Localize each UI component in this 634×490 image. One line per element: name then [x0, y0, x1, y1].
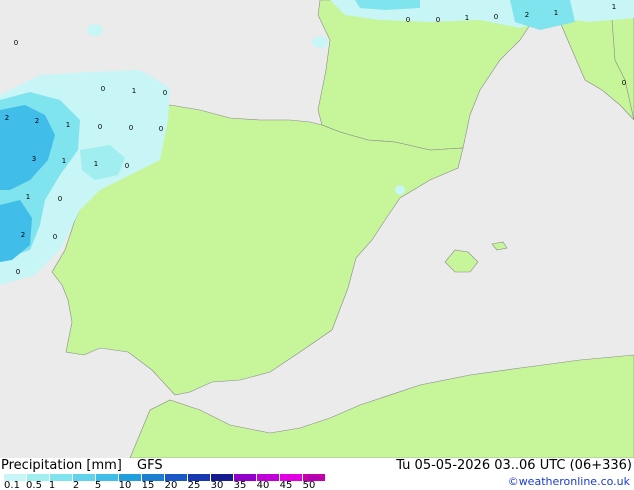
precip-label: 1	[132, 87, 136, 95]
precip-label: 2	[35, 117, 39, 125]
precip-label: 2	[21, 231, 25, 239]
scale-tick-label: 25	[187, 480, 201, 490]
precip-label: 0	[163, 89, 167, 97]
precip-label: 0	[129, 124, 133, 132]
rain-light-spot-2	[395, 185, 405, 195]
precip-label: 0	[159, 125, 163, 133]
precip-label: 0	[101, 85, 105, 93]
rain-light-spot-3	[87, 24, 103, 36]
precip-label: 2	[5, 114, 9, 122]
scale-ticks: 0.1 0.5 1 2 5 10 15 20 25 30 35 40 45 50	[0, 480, 634, 490]
precip-label: 0	[53, 233, 57, 241]
precipitation-map: 0 0 0 1 0 2 1 1 0 1 0 2 2 1 0 0 0 0 3 1 …	[0, 0, 634, 458]
precip-label: 1	[612, 3, 616, 11]
scale-tick-label: 30	[210, 480, 224, 490]
precip-label: 1	[62, 157, 66, 165]
forecast-datetime: Tu 05-05-2026 03..06 UTC (06+336)	[396, 458, 632, 473]
scale-tick-label: 10	[118, 480, 132, 490]
scale-tick-label: 50	[302, 480, 316, 490]
scale-tick-label: 1	[48, 480, 56, 490]
scale-tick-label: 20	[164, 480, 178, 490]
precip-label: 0	[494, 13, 498, 21]
precip-label: 1	[66, 121, 70, 129]
precip-label: 0	[622, 79, 626, 87]
precip-label: 1	[26, 193, 30, 201]
scale-tick-label: 45	[279, 480, 293, 490]
precip-label: 0	[98, 123, 102, 131]
precip-label: 3	[32, 155, 36, 163]
weather-map-view: 0 0 0 1 0 2 1 1 0 1 0 2 2 1 0 0 0 0 3 1 …	[0, 0, 634, 490]
scale-tick-label: 5	[94, 480, 102, 490]
precip-label: 2	[525, 11, 529, 19]
precip-label: 1	[554, 9, 558, 17]
precip-label: 0	[436, 16, 440, 24]
precip-label: 0	[406, 16, 410, 24]
precip-label: 0	[14, 39, 18, 47]
scale-tick-label: 2	[72, 480, 80, 490]
rain-light-spot	[312, 36, 328, 48]
model-name: GFS	[137, 458, 163, 473]
scale-tick-label: 0.5	[26, 480, 42, 490]
scale-tick-label: 35	[233, 480, 247, 490]
precip-label: 1	[465, 14, 469, 22]
precip-label: 1	[94, 160, 98, 168]
scale-tick-label: 40	[256, 480, 270, 490]
precip-label: 0	[58, 195, 62, 203]
scale-tick-label: 15	[141, 480, 155, 490]
chart-title: Precipitation [mm]	[1, 458, 122, 473]
precip-label: 0	[16, 268, 20, 276]
scale-tick-label: 0.1	[4, 480, 20, 490]
precip-label: 0	[125, 162, 129, 170]
